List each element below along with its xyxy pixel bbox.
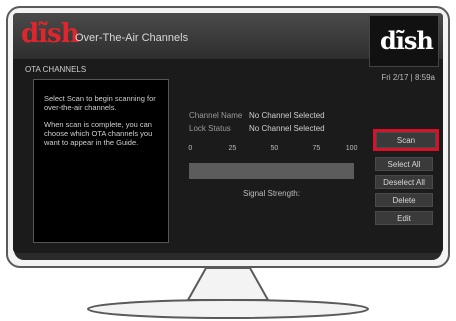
monitor-stand (87, 267, 369, 319)
stand-neck (186, 267, 270, 301)
stand-base (87, 299, 369, 319)
